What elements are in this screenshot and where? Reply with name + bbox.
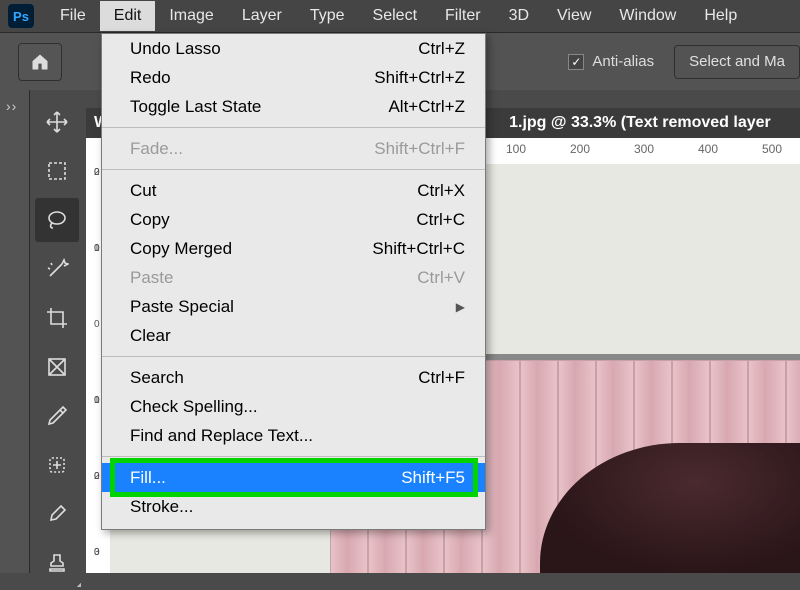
brush-tool[interactable] — [35, 492, 79, 536]
menu-filter[interactable]: Filter — [431, 1, 495, 31]
panel-handle[interactable]: ›› — [0, 90, 30, 573]
eyedropper-tool[interactable] — [35, 394, 79, 438]
toolbox — [30, 95, 84, 590]
tab-text-right: 1.jpg @ 33.3% (Text removed layer — [509, 114, 771, 132]
anti-alias-option[interactable]: ✓ Anti-alias — [568, 53, 654, 70]
menu-item-paste-special[interactable]: Paste Special▶ — [102, 292, 485, 321]
frame-tool[interactable] — [35, 345, 79, 389]
menu-item-find-and-replace-text[interactable]: Find and Replace Text... — [102, 421, 485, 450]
menu-type[interactable]: Type — [296, 1, 359, 31]
crop-tool[interactable] — [35, 296, 79, 340]
app-icon-label: Ps — [13, 9, 29, 24]
menu-item-clear[interactable]: Clear — [102, 321, 485, 350]
lasso-tool[interactable] — [35, 198, 79, 242]
menu-item-fill[interactable]: Fill...Shift+F5 — [102, 463, 485, 492]
menu-select[interactable]: Select — [359, 1, 431, 31]
stamp-tool[interactable] — [35, 541, 79, 585]
menu-file[interactable]: File — [46, 1, 100, 31]
menu-edit[interactable]: Edit — [100, 1, 156, 31]
menu-bar: Ps FileEditImageLayerTypeSelectFilter3DV… — [0, 0, 800, 33]
menu-item-copy-merged[interactable]: Copy MergedShift+Ctrl+C — [102, 234, 485, 263]
menu-item-copy[interactable]: CopyCtrl+C — [102, 205, 485, 234]
ruler-tick: 400 — [698, 142, 718, 156]
menu-image[interactable]: Image — [155, 1, 227, 31]
ruler-tick: 500 — [762, 142, 782, 156]
home-icon — [29, 52, 51, 72]
menu-item-redo[interactable]: RedoShift+Ctrl+Z — [102, 63, 485, 92]
menu-item-cut[interactable]: CutCtrl+X — [102, 176, 485, 205]
menu-item-search[interactable]: SearchCtrl+F — [102, 363, 485, 392]
menu-item-undo-lasso[interactable]: Undo LassoCtrl+Z — [102, 34, 485, 63]
marquee-tool[interactable] — [35, 149, 79, 193]
menu-window[interactable]: Window — [605, 1, 690, 31]
menu-view[interactable]: View — [543, 1, 605, 31]
anti-alias-checkbox[interactable]: ✓ — [568, 54, 584, 70]
healing-tool[interactable] — [35, 443, 79, 487]
ruler-tick: 300 — [634, 142, 654, 156]
menu-item-paste: PasteCtrl+V — [102, 263, 485, 292]
ruler-tick: 100 — [506, 142, 526, 156]
menu-item-check-spelling[interactable]: Check Spelling... — [102, 392, 485, 421]
anti-alias-label: Anti-alias — [592, 53, 654, 70]
move-tool[interactable] — [35, 100, 79, 144]
home-button[interactable] — [18, 43, 62, 81]
menu-help[interactable]: Help — [690, 1, 751, 31]
menu-item-toggle-last-state[interactable]: Toggle Last StateAlt+Ctrl+Z — [102, 92, 485, 121]
ruler-tick: 200 — [570, 142, 590, 156]
menu-item-fade: Fade...Shift+Ctrl+F — [102, 134, 485, 163]
magic-wand-tool[interactable] — [35, 247, 79, 291]
select-and-mask-button[interactable]: Select and Ma — [674, 45, 800, 79]
edit-menu-dropdown: Undo LassoCtrl+ZRedoShift+Ctrl+ZToggle L… — [101, 33, 486, 530]
menu-3d[interactable]: 3D — [495, 1, 543, 31]
menu-layer[interactable]: Layer — [228, 1, 296, 31]
app-icon: Ps — [8, 4, 34, 28]
menu-item-stroke[interactable]: Stroke... — [102, 492, 485, 521]
